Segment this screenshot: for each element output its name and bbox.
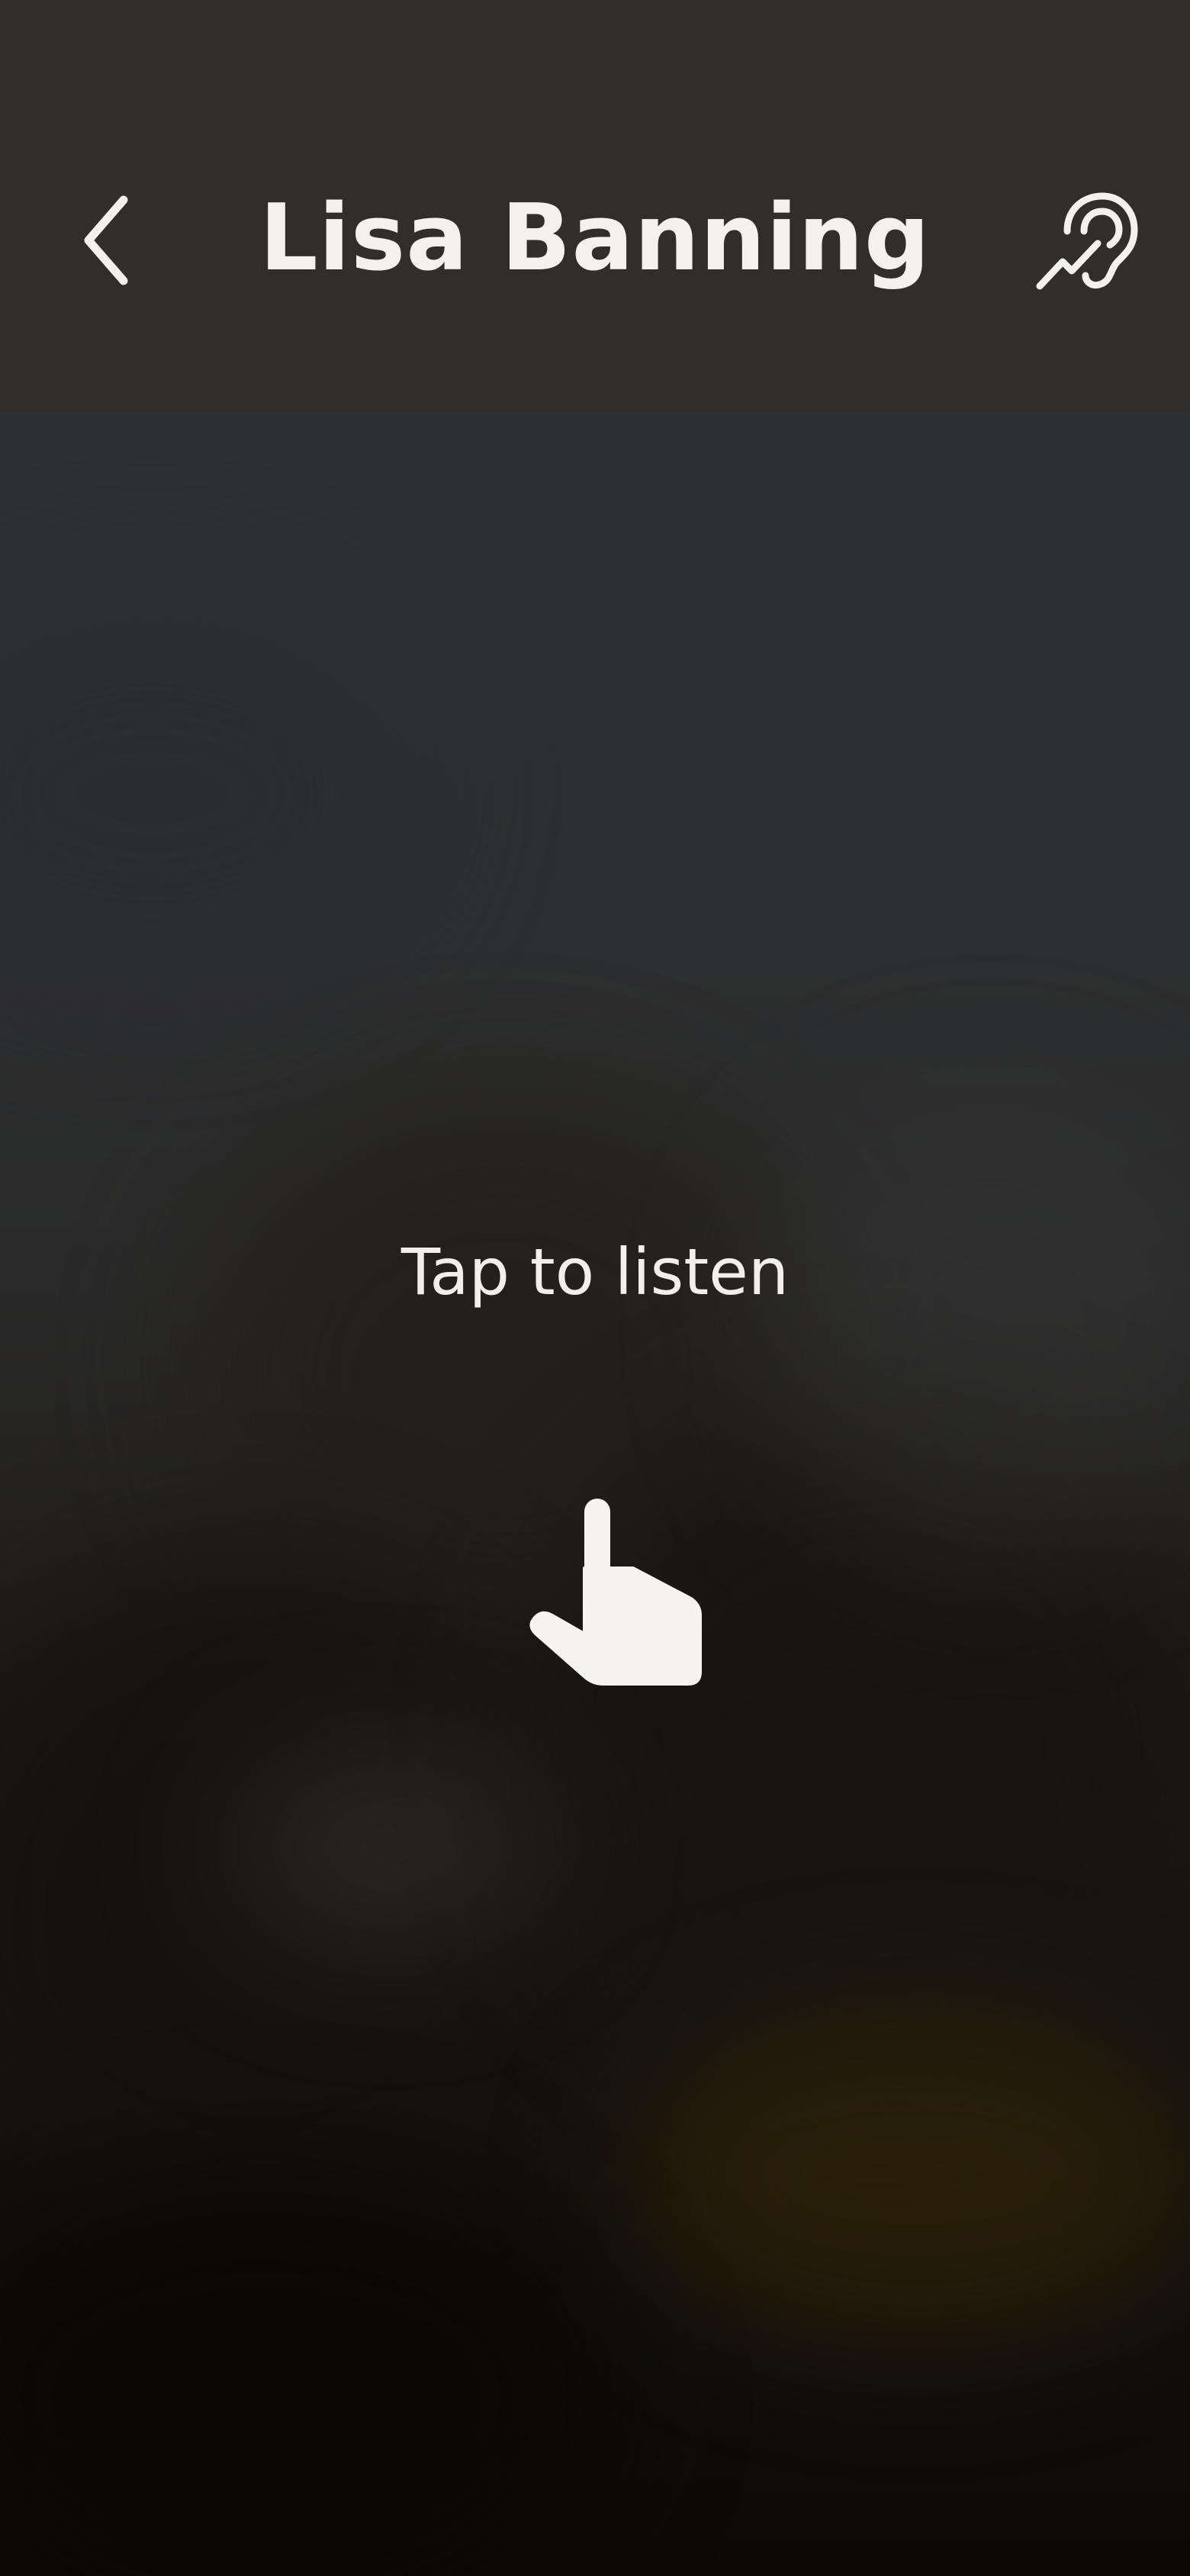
back-button[interactable] — [53, 172, 160, 309]
app-screen: Lisa Banning Tap to listen — [0, 0, 1190, 2576]
hearing-button[interactable] — [1026, 179, 1148, 301]
chevron-left-icon — [84, 195, 128, 285]
hearing-ear-icon — [1036, 192, 1138, 290]
page-title: Lisa Banning — [259, 185, 931, 291]
top-bar: Lisa Banning — [0, 0, 1190, 412]
tap-to-listen-label: Tap to listen — [400, 1235, 790, 1309]
tap-hand-icon — [529, 1499, 702, 1686]
